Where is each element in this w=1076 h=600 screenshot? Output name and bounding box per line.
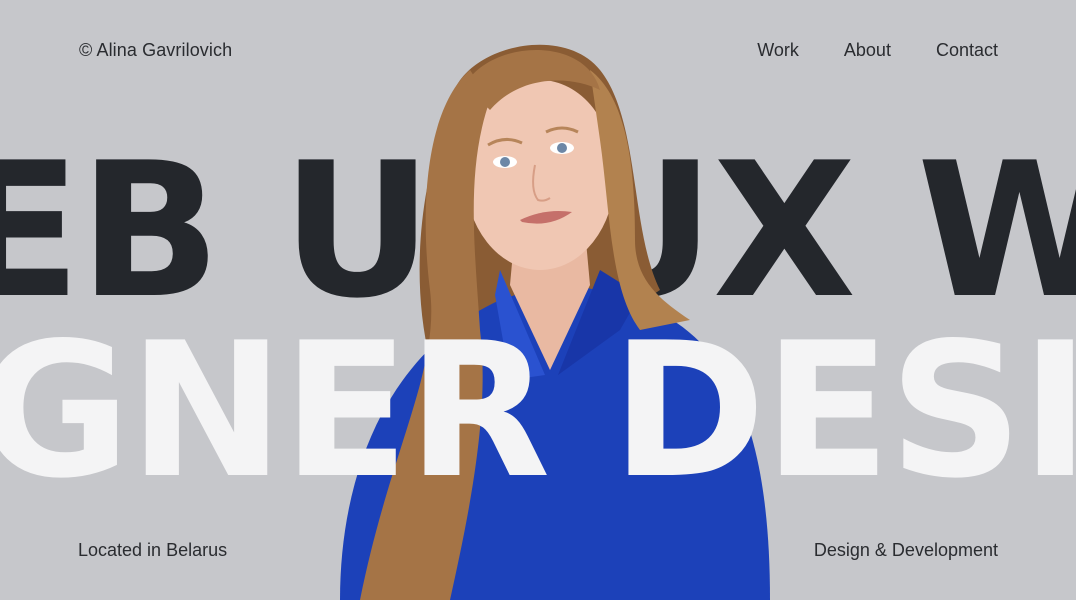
tagline-text: Design & Development xyxy=(813,540,998,560)
main-nav: Work About Contact xyxy=(757,40,998,61)
hero-section: © Alina Gavrilovich Work About Contact E… xyxy=(0,0,1076,600)
face xyxy=(465,80,615,270)
nav-about-link[interactable]: About xyxy=(844,40,891,61)
nav-contact-link[interactable]: Contact xyxy=(936,40,998,61)
location-text: Located in Belarus xyxy=(78,540,228,560)
nav-work-link[interactable]: Work xyxy=(757,40,799,61)
marquee-line-bottom: GNER DESIGNER xyxy=(0,302,1076,519)
copyright-text: © Alina Gavrilovich xyxy=(79,40,233,60)
